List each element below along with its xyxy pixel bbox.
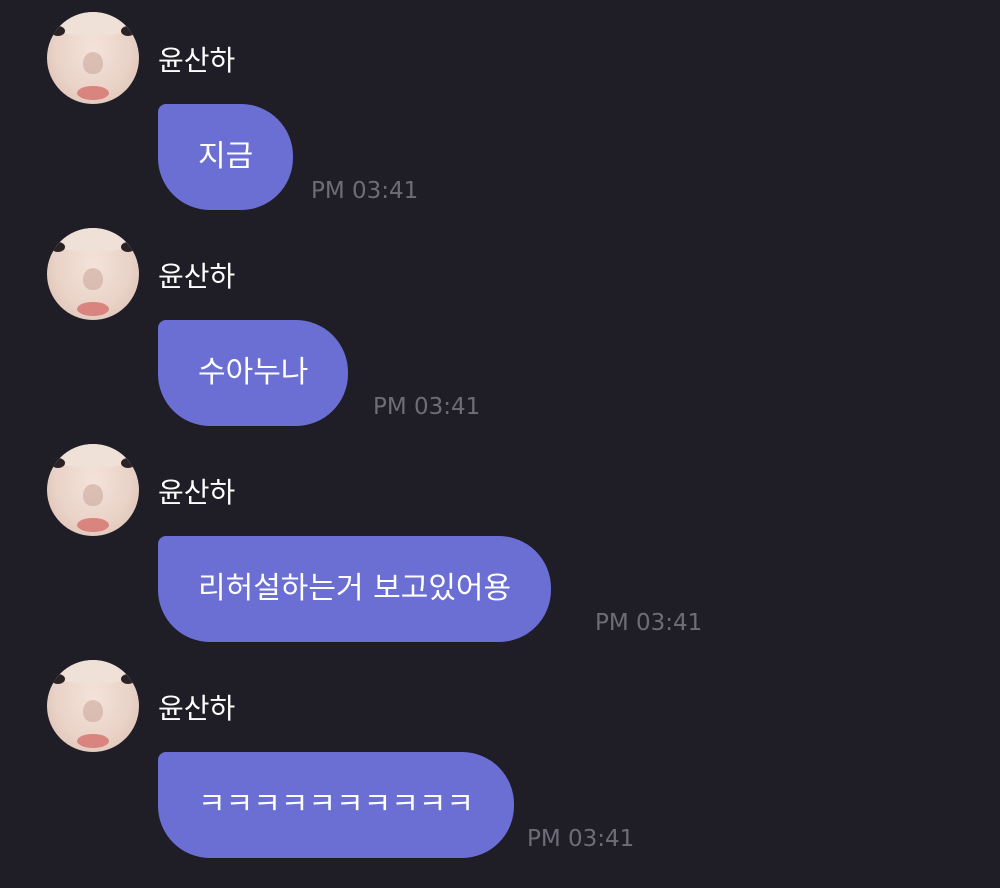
sender-name: 윤산하 bbox=[158, 44, 236, 77]
message-bubble[interactable]: ㅋㅋㅋㅋㅋㅋㅋㅋㅋㅋ bbox=[158, 752, 514, 858]
message-bubble[interactable]: 수아누나 bbox=[158, 320, 349, 426]
profile-photo-icon[interactable] bbox=[47, 12, 139, 104]
chat-message: 윤산하 리허설하는거 보고있어용 PM 03:41 bbox=[0, 432, 1000, 648]
sender-name: 윤산하 bbox=[158, 476, 236, 509]
sender-name: 윤산하 bbox=[158, 260, 236, 293]
chat-message: 윤산하 ㅋㅋㅋㅋㅋㅋㅋㅋㅋㅋ PM 03:41 bbox=[0, 648, 1000, 864]
message-timestamp: PM 03:41 bbox=[595, 610, 703, 636]
chat-message: 윤산하 지금 PM 03:41 bbox=[0, 0, 1000, 216]
message-bubble[interactable]: 리허설하는거 보고있어용 bbox=[158, 536, 552, 642]
message-timestamp: PM 03:41 bbox=[311, 178, 419, 204]
message-timestamp: PM 03:41 bbox=[527, 826, 635, 852]
profile-photo-icon[interactable] bbox=[47, 228, 139, 320]
sender-name: 윤산하 bbox=[158, 692, 236, 725]
chat-message: 윤산하 수아누나 PM 03:41 bbox=[0, 216, 1000, 432]
message-timestamp: PM 03:41 bbox=[373, 394, 481, 420]
profile-photo-icon[interactable] bbox=[47, 444, 139, 536]
chat-message-list: 윤산하 지금 PM 03:41 윤산하 수아누나 PM 03:41 윤산하 리허… bbox=[0, 0, 1000, 888]
profile-photo-icon[interactable] bbox=[47, 660, 139, 752]
message-bubble[interactable]: 지금 bbox=[158, 104, 294, 210]
